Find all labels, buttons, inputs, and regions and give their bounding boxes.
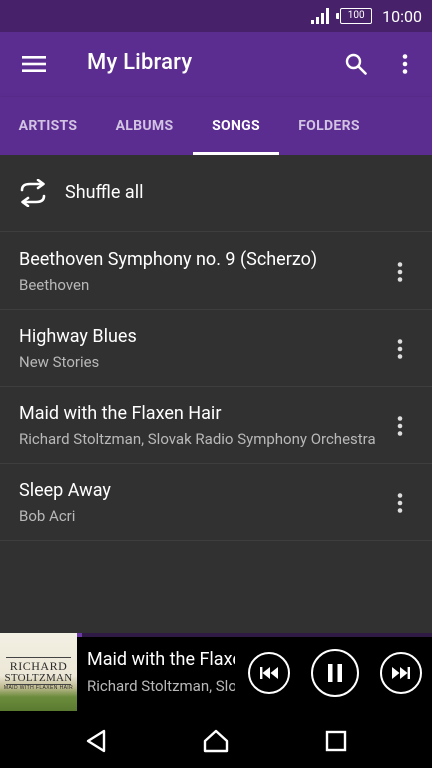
tab-label: FOLDERS (298, 118, 360, 134)
battery-level: 100 (347, 10, 365, 21)
more-vert-icon[interactable] (388, 334, 412, 364)
list-item[interactable]: Maid with the Flaxen Hair Richard Stoltz… (0, 387, 432, 464)
app-bar: My Library (0, 32, 432, 97)
shuffle-icon (20, 179, 46, 207)
song-artist: New Stories (19, 353, 100, 371)
tab-label: SONGS (212, 118, 260, 134)
pause-button[interactable] (311, 649, 359, 697)
status-icons: 100 10:00 (310, 0, 422, 32)
now-playing-bar[interactable]: RICHARD STOLTZMAN MAID WITH FLAXEN HAIR … (0, 633, 432, 711)
tab-bar: ARTISTS ALBUMS SONGS FOLDERS (0, 97, 432, 155)
list-item[interactable]: Sleep Away Bob Acri (0, 464, 432, 541)
song-title: Maid with the Flaxen Hair (19, 403, 222, 424)
album-art-artist-last: STOLTZMAN (4, 672, 73, 684)
list-item[interactable]: Beethoven Symphony no. 9 (Scherzo) Beeth… (0, 233, 432, 310)
tab-folders[interactable]: FOLDERS (279, 97, 379, 155)
shuffle-all-label: Shuffle all (65, 182, 144, 203)
now-playing-artist: Richard Stoltzman, Slovak Radio Symphony… (87, 677, 235, 695)
tab-albums[interactable]: ALBUMS (96, 97, 193, 155)
song-artist: Bob Acri (19, 507, 76, 525)
next-icon (392, 667, 410, 679)
song-title: Beethoven Symphony no. 9 (Scherzo) (19, 249, 318, 270)
back-icon[interactable] (76, 721, 116, 761)
tab-label: ALBUMS (115, 118, 174, 134)
status-bar: 100 10:00 (0, 0, 432, 32)
song-list: Shuffle all Beethoven Symphony no. 9 (Sc… (0, 155, 432, 633)
song-title: Highway Blues (19, 326, 137, 347)
pause-icon (328, 664, 342, 682)
shuffle-all-button[interactable]: Shuffle all (0, 155, 432, 232)
more-vert-icon[interactable] (388, 411, 412, 441)
song-artist: Richard Stoltzman, Slovak Radio Symphony… (19, 430, 376, 448)
list-item[interactable]: Highway Blues New Stories (0, 310, 432, 387)
system-nav-bar (0, 711, 432, 768)
album-art-album-title: MAID WITH FLAXEN HAIR (3, 685, 74, 691)
search-icon[interactable] (338, 46, 374, 82)
previous-button[interactable] (248, 652, 290, 694)
recents-icon[interactable] (316, 721, 356, 761)
more-vert-icon[interactable] (388, 488, 412, 518)
tab-artists[interactable]: ARTISTS (0, 97, 96, 155)
battery-icon: 100 (336, 8, 373, 24)
previous-icon (260, 667, 278, 679)
menu-icon[interactable] (14, 46, 54, 82)
signal-icon (311, 8, 330, 24)
song-artist: Beethoven (19, 276, 90, 294)
next-button[interactable] (380, 652, 422, 694)
song-title: Sleep Away (19, 480, 111, 501)
more-vert-icon[interactable] (388, 257, 412, 287)
tab-songs[interactable]: SONGS (193, 97, 279, 155)
now-playing-title: Maid with the Flaxen Hair (87, 649, 235, 670)
album-art[interactable]: RICHARD STOLTZMAN MAID WITH FLAXEN HAIR (0, 633, 77, 711)
more-vert-icon[interactable] (392, 46, 418, 82)
clock: 10:00 (382, 6, 422, 26)
home-icon[interactable] (196, 721, 236, 761)
page-title: My Library (87, 50, 193, 75)
tab-label: ARTISTS (18, 118, 78, 134)
